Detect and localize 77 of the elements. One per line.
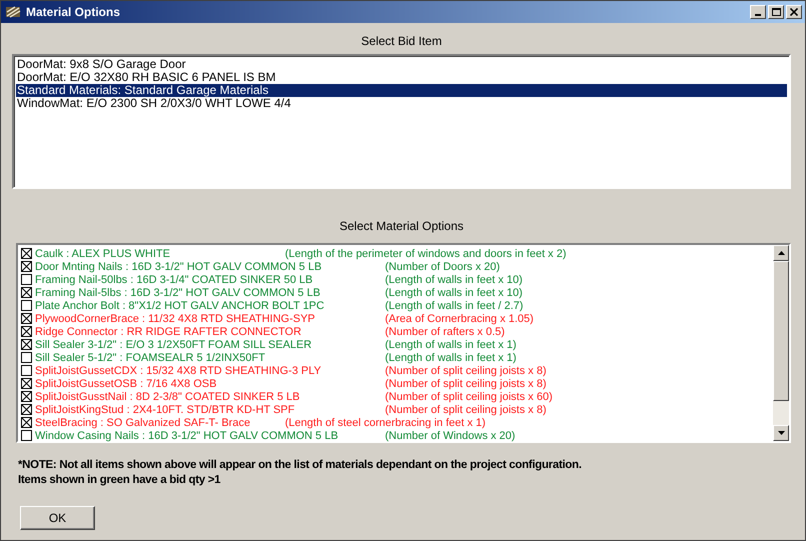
quantity-formula: (Number of split ceiling joists x 60) [385,390,553,402]
quantity-formula: (Length of walls in feet x 1) [385,338,516,350]
app-icon [5,4,21,20]
material-label: SteelBracing : SO Galvanized SAF-T- Brace [35,416,250,428]
bid-item[interactable]: DoorMat: E/O 32X80 RH BASIC 6 PANEL IS BM [16,71,787,84]
material-label: SplitJoistGussetOSB : 7/16 4X8 OSB [35,378,217,390]
check-mark-icon [22,405,31,414]
material-label: Ridge Connector : RR RIDGE RAFTER CONNECTOR [35,326,302,338]
material-label: SplitJoistGussetCDX : 15/32 4X8 RTD SHEATHING-3 PLY [35,364,322,376]
checkbox[interactable] [21,378,32,389]
quantity-formula: (Length of walls in feet x 1) [385,352,516,364]
check-mark-icon [22,249,31,258]
checkbox[interactable] [21,430,32,441]
material-label: PlywoodCornerBrace : 11/32 4X8 RTD SHEATHING-SYP [35,312,315,324]
checkbox[interactable] [21,391,32,402]
quantity-formula: (Length of walls in feet x 10) [385,286,523,298]
checkbox[interactable] [21,339,32,350]
checkbox[interactable] [21,300,32,311]
quantity-formula: (Number of split ceiling joists x 8) [385,404,546,416]
material-label: SplitJoistKingStud : 2X4-10FT. STD/BTR KD-HT SPF [35,404,295,416]
section-heading: Select Bid Item [361,34,442,48]
check-mark-icon [22,392,31,401]
quantity-formula: (Length of walls in feet x 10) [385,274,523,286]
quantity-formula: (Area of Cornerbracing x 1.05) [385,312,534,324]
checkbox[interactable] [21,326,32,337]
section-heading: Select Material Options [339,219,464,233]
scroll-up-button[interactable] [773,245,789,261]
scroll-thumb[interactable] [773,261,789,401]
quantity-formula: (Number of Doors x 20) [385,260,500,272]
material-label: Window Casing Nails : 16D 3-1/2" HOT GALV COMMON 5 LB [35,430,338,442]
check-mark-icon [22,262,31,271]
material-label: Framing Nail-50lbs : 16D 3-1/4" COATED SINKER 50 LB [35,274,313,286]
close-button[interactable] [786,5,802,19]
checkbox[interactable] [21,274,32,285]
quantity-formula: (Number of split ceiling joists x 8) [385,364,546,376]
checkbox[interactable] [21,404,32,415]
quantity-formula: (Number of rafters x 0.5) [385,326,505,338]
bid-item[interactable]: Standard Materials: Standard Garage Materials [16,84,787,97]
material-label: Framing Nail-5lbs : 16D 3-1/2" HOT GALV COMMON 5 LB [35,286,320,298]
ok-button[interactable]: OK [20,506,95,530]
check-mark-icon [22,314,31,323]
close-icon [790,8,798,16]
material-label: Sill Sealer 3-1/2" : E/O 3 1/2X50FT FOAM SILL SEALER [35,338,312,350]
scrollbar[interactable] [773,245,789,441]
minimize-button[interactable] [750,5,766,19]
note-text: Items shown in green have a bid qty >1 [18,473,222,488]
maximize-icon [772,8,780,16]
material-label: Door Mnting Nails : 16D 3-1/2" HOT GALV COMMON 5 LB [35,260,322,272]
check-mark-icon [22,340,31,349]
material-label: Plate Anchor Bolt : 8"X1/2 HOT GALV ANCHOR BOLT 1PC [35,300,324,312]
checkbox[interactable] [21,365,32,376]
quantity-formula: (Number of Windows x 20) [385,430,516,442]
check-mark-icon [22,327,31,336]
material-label: Sill Sealer 5-1/2" : FOAMSEALR 5 1/2INX50FT [35,352,266,364]
quantity-formula: (Number of split ceiling joists x 8) [385,378,546,390]
check-mark-icon [22,418,31,427]
window-title: Material Options [26,5,122,19]
quantity-formula: (Length of steel cornerbracing in feet x 1) [285,416,486,428]
checkbox[interactable] [21,352,32,363]
material-label: Caulk : ALEX PLUS WHITE [35,248,170,260]
checkbox[interactable] [21,287,32,298]
checkbox[interactable] [21,261,32,272]
up-arrow-icon [778,251,784,255]
maximize-button[interactable] [768,5,784,19]
note-text: *NOTE: Not all items shown above will appear on the list of materials dependant on the project configuration. [18,458,582,473]
down-arrow-icon [778,431,784,435]
material-label: SplitJoistGusstNail : 8D 2-3/8" COATED SINKER 5 LB [35,390,300,402]
bid-item[interactable]: DoorMat: 9x8 S/O Garage Door [16,58,787,71]
quantity-formula: (Length of the perimeter of windows and doors in feet x 2) [285,248,566,260]
checkbox[interactable] [21,313,32,324]
checkbox[interactable] [21,248,32,259]
checkbox[interactable] [21,417,32,428]
check-mark-icon [22,288,31,297]
bid-item[interactable]: WindowMat: E/O 2300 SH 2/0X3/0 WHT LOWE 4/4 [16,97,787,110]
quantity-formula: (Length of walls in feet / 2.7) [385,300,524,312]
scroll-down-button[interactable] [773,425,789,441]
check-mark-icon [22,379,31,388]
